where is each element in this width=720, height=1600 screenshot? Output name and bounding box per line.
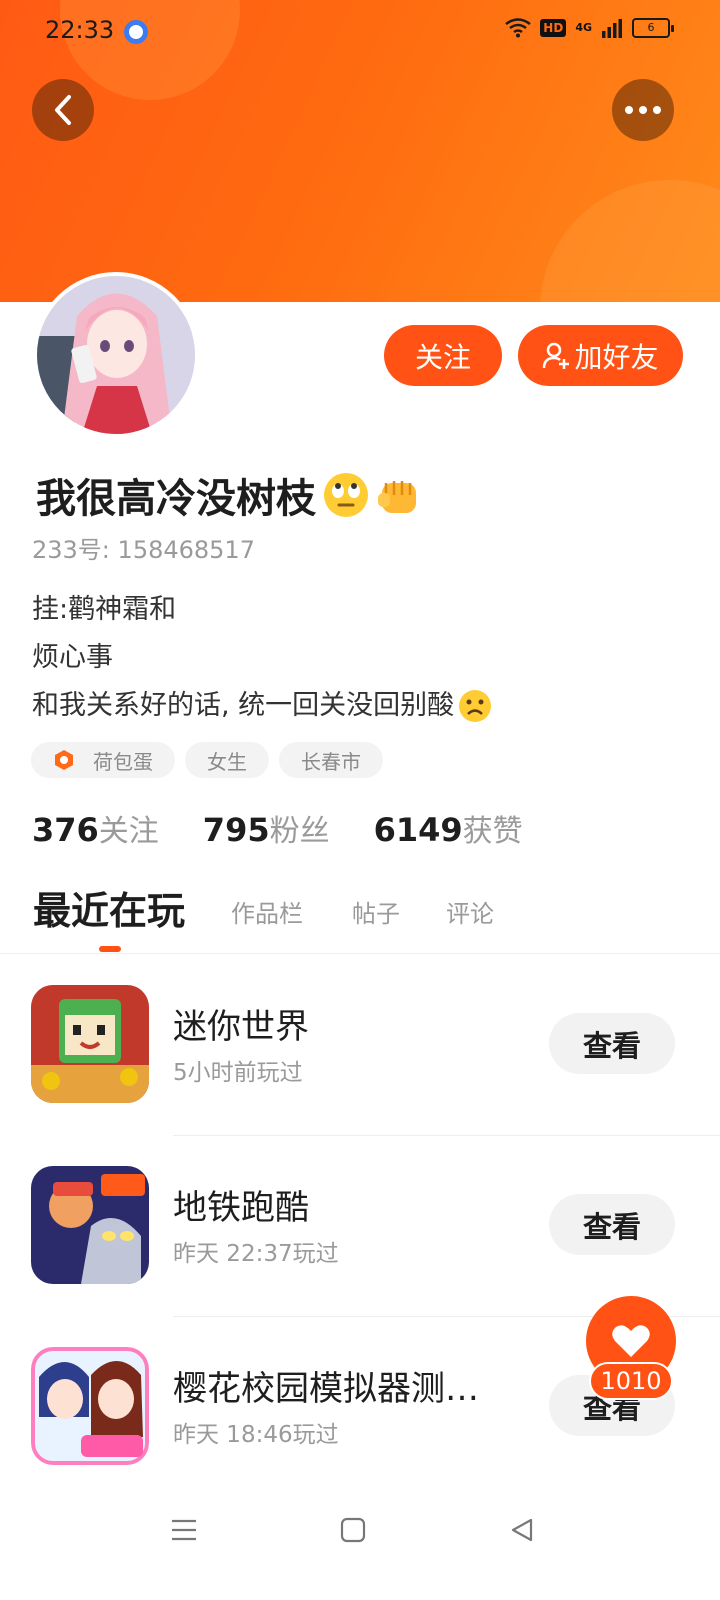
hd-icon: HD (540, 19, 567, 37)
bio-line: 和我关系好的话, 统一回关没回别酸 (32, 682, 492, 730)
back-triangle-icon[interactable] (502, 1510, 542, 1550)
battery-icon: 6 (632, 18, 674, 38)
user-id: 233号: 158468517 (32, 530, 255, 565)
game-icon-mini-world (31, 985, 149, 1103)
bio-line: 烦心事 (32, 634, 492, 682)
stat-number: 376 (32, 811, 99, 849)
stat-label: 粉丝 (269, 814, 330, 849)
tag-chip[interactable]: 长春市 (279, 742, 383, 778)
stat-label: 获赞 (462, 814, 523, 849)
tag-chip[interactable]: 荷包蛋 (31, 742, 175, 778)
more-dots-icon (625, 106, 661, 114)
back-button[interactable] (32, 79, 94, 141)
follow-button[interactable]: 关注 (384, 325, 502, 386)
more-button[interactable] (612, 79, 674, 141)
eye-roll-emoji-icon (324, 473, 368, 517)
tag-chip[interactable]: 女生 (185, 742, 269, 778)
game-name: 地铁跑酷 (173, 1188, 309, 1228)
view-label: 查看 (582, 1209, 641, 1244)
view-label: 查看 (582, 1028, 641, 1063)
status-icons: HD 4G 6 (505, 18, 674, 38)
stat-number: 795 (202, 811, 270, 849)
profile-bio: 挂:鹳神霜和 烦心事 和我关系好的话, 统一回关没回别酸 (32, 586, 492, 730)
stat-followers[interactable]: 795粉丝 (203, 806, 330, 850)
stat-following[interactable]: 376关注 (32, 806, 159, 850)
uid-value: 158468517 (117, 536, 255, 564)
tag-label: 长春市 (301, 749, 361, 774)
add-friend-label: 加好友 (574, 340, 659, 374)
view-button[interactable]: 查看 (549, 1013, 675, 1074)
game-icon-sakura-school (31, 1347, 149, 1465)
game-name: 樱花校园模拟器测… (173, 1369, 479, 1409)
browser-app-icon (124, 20, 148, 44)
heart-icon (612, 1325, 650, 1357)
hexagon-badge-icon (55, 750, 73, 770)
avatar[interactable] (33, 272, 199, 438)
bio-text: 挂:鹳神霜和 (32, 594, 177, 625)
uid-label: 233号: (32, 536, 110, 564)
profile-name-text: 我很高冷没树枝 (36, 476, 316, 522)
profile-tabs: 最近在玩 作品栏 帖子 评论 (0, 880, 720, 954)
view-button[interactable]: 查看 (549, 1194, 675, 1255)
stat-label: 关注 (98, 814, 159, 849)
header-decoration (540, 180, 720, 302)
anime-girl-avatar-image (37, 276, 195, 434)
add-user-icon (543, 342, 570, 369)
stat-likes[interactable]: 6149获赞 (374, 806, 523, 850)
network-type: 4G (575, 21, 592, 34)
divider (173, 1135, 720, 1136)
menu-icon[interactable] (164, 1510, 204, 1550)
profile-tags: 荷包蛋 女生 长春市 (31, 742, 383, 778)
add-friend-button[interactable]: 加好友 (518, 325, 683, 386)
profile-stats: 376关注 795粉丝 6149获赞 (32, 806, 523, 850)
follow-label: 关注 (414, 340, 471, 374)
system-nav-bar (0, 1490, 720, 1600)
game-played-time: 昨天 22:37玩过 (173, 1241, 339, 1267)
home-square-icon[interactable] (333, 1510, 373, 1550)
tab-recently-played[interactable]: 最近在玩 (33, 880, 185, 935)
game-icon-subway-surfers (31, 1166, 149, 1284)
stat-number: 6149 (373, 811, 463, 849)
like-count: 1010 (589, 1362, 673, 1400)
game-list-item[interactable]: 迷你世界 5小时前玩过 查看 (0, 985, 720, 1166)
tab-comments[interactable]: 评论 (446, 894, 494, 929)
tag-label: 女生 (207, 749, 247, 774)
status-time: 22:33 (45, 16, 115, 44)
bio-text: 烦心事 (32, 642, 113, 673)
profile-name: 我很高冷没树枝 (36, 466, 424, 524)
wifi-icon (505, 18, 532, 38)
frown-emoji-icon (459, 690, 492, 722)
tag-label: 荷包蛋 (93, 749, 153, 774)
chevron-left-icon (55, 95, 71, 125)
tab-indicator (99, 946, 121, 952)
game-name: 迷你世界 (173, 1007, 309, 1047)
bio-text: 和我关系好的话, 统一回关没回别酸 (32, 690, 455, 721)
bio-line: 挂:鹳神霜和 (32, 586, 492, 634)
signal-icon (602, 19, 622, 38)
game-played-time: 5小时前玩过 (173, 1060, 303, 1086)
tab-works[interactable]: 作品栏 (231, 894, 303, 929)
fist-emoji-icon (378, 481, 416, 513)
status-bar: 22:33 HD 4G 6 (0, 0, 720, 64)
game-played-time: 昨天 18:46玩过 (173, 1422, 339, 1448)
profile-header: 22:33 HD 4G 6 (0, 0, 720, 302)
tab-posts[interactable]: 帖子 (352, 894, 400, 929)
